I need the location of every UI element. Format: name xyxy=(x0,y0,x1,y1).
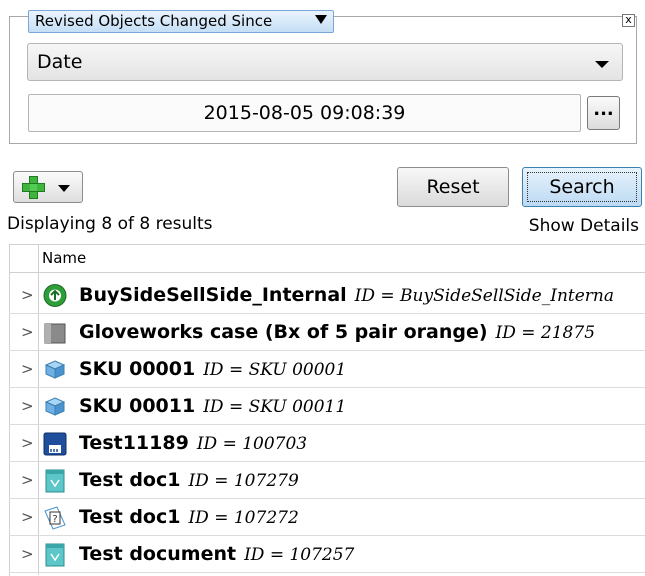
table-row[interactable]: > BuySideSellSide_Internal ID = BuySideSe… xyxy=(9,277,645,314)
table-row[interactable]: > SKU 00011 ID = SKU 00011 xyxy=(9,388,645,425)
sku-icon xyxy=(44,397,66,416)
svg-text:?: ? xyxy=(52,514,57,525)
row-name: Test document ID = 107257 xyxy=(79,543,354,565)
row-title: SKU 00011 xyxy=(79,395,196,417)
column-header-name[interactable]: Name xyxy=(42,249,86,267)
date-picker-button[interactable]: ... xyxy=(587,96,620,130)
row-id: ID = 100703 xyxy=(196,434,308,454)
row-id: ID = SKU 00001 xyxy=(203,360,347,380)
row-name: BuySideSellSide_Internal ID = BuySideSell… xyxy=(79,284,614,306)
table-row[interactable]: > Gloveworks case (Bx of 5 pair orange) I… xyxy=(9,314,645,351)
expand-icon[interactable]: > xyxy=(21,360,34,378)
row-name: SKU 00011 ID = SKU 00011 xyxy=(79,395,346,417)
filter-type-label: Revised Objects Changed Since xyxy=(35,12,273,30)
case-icon xyxy=(44,323,66,344)
row-name: Test11189 ID = 100703 xyxy=(79,432,307,454)
floppy-icon xyxy=(43,432,67,456)
filter-type-select[interactable]: Revised Objects Changed Since xyxy=(28,10,334,33)
row-title: BuySideSellSide_Internal xyxy=(79,284,347,306)
row-id: ID = 21875 xyxy=(495,323,596,343)
expand-icon[interactable]: > xyxy=(21,397,34,415)
document-icon xyxy=(45,543,65,567)
row-id: ID = 107257 xyxy=(244,545,355,565)
field-select-value: Date xyxy=(37,51,83,73)
chevron-down-icon xyxy=(595,61,609,68)
expand-icon[interactable]: > xyxy=(21,434,34,452)
workflow-icon xyxy=(43,284,67,307)
row-title: SKU 00001 xyxy=(79,358,196,380)
expand-icon[interactable]: > xyxy=(21,323,34,341)
row-id: ID = 107272 xyxy=(188,508,299,528)
reset-button[interactable]: Reset xyxy=(397,167,509,207)
table-row[interactable]: > Test doc1 ID = 107279 xyxy=(9,462,645,499)
search-button[interactable]: Search xyxy=(522,167,642,207)
search-button-label: Search xyxy=(549,176,615,198)
unknown-document-icon: ? xyxy=(44,506,66,530)
row-title: Gloveworks case (Bx of 5 pair orange) xyxy=(79,321,488,343)
field-select[interactable]: Date xyxy=(27,43,623,81)
add-button[interactable] xyxy=(13,171,83,203)
expand-icon[interactable]: > xyxy=(21,471,34,489)
document-icon xyxy=(45,469,65,493)
table-row[interactable]: > SKU 00001 ID = SKU 00001 xyxy=(9,351,645,388)
show-details-link[interactable]: Show Details xyxy=(529,216,639,236)
plus-icon-center xyxy=(30,184,37,191)
sku-icon xyxy=(44,360,66,379)
header-divider xyxy=(9,272,645,273)
results-count: Displaying 8 of 8 results xyxy=(7,214,213,234)
chevron-down-icon xyxy=(58,185,70,192)
table-row[interactable]: > Test document ID = 107257 xyxy=(9,536,645,573)
row-title: Test document xyxy=(79,543,237,565)
close-icon[interactable]: x xyxy=(622,14,635,27)
expand-icon[interactable]: > xyxy=(21,286,34,304)
row-id: ID = SKU 00011 xyxy=(203,397,347,417)
expand-icon[interactable]: > xyxy=(21,545,34,563)
row-title: Test doc1 xyxy=(79,469,181,491)
date-input[interactable]: 2015-08-05 09:08:39 xyxy=(28,94,581,132)
row-title: Test doc1 xyxy=(79,506,181,528)
row-id: ID = BuySideSellSide_Interna xyxy=(354,286,614,306)
row-name: Gloveworks case (Bx of 5 pair orange) ID … xyxy=(79,321,595,343)
row-name: Test doc1 ID = 107272 xyxy=(79,506,299,528)
table-row[interactable]: > Test11189 ID = 100703 xyxy=(9,425,645,462)
row-name: SKU 00001 ID = SKU 00001 xyxy=(79,358,346,380)
chevron-down-icon xyxy=(315,15,327,24)
expand-icon[interactable]: > xyxy=(21,508,34,526)
row-name: Test doc1 ID = 107279 xyxy=(79,469,299,491)
row-id: ID = 107279 xyxy=(188,471,299,491)
row-title: Test11189 xyxy=(79,432,189,454)
table-row[interactable]: > ? Test doc1 ID = 107272 xyxy=(9,499,645,536)
